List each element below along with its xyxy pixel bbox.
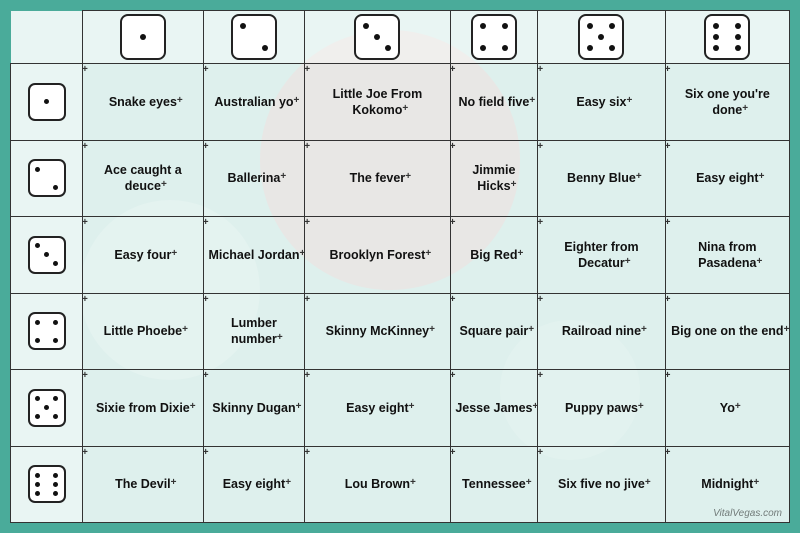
cell-6-4: Tennessee <box>450 446 538 523</box>
cell-2-5: Benny Blue <box>538 140 665 217</box>
cell-3-6: Nina from Pasadena <box>665 217 789 294</box>
die-header-5 <box>578 14 624 60</box>
cell-5-3: Easy eight <box>305 370 450 447</box>
dice-table-container: Snake eyes Australian yo Little Joe From… <box>10 10 790 523</box>
cell-4-2: Lumber number <box>203 293 304 370</box>
watermark: VitalVegas.com <box>713 508 782 519</box>
cell-3-4: Big Red <box>450 217 538 294</box>
col-header-6 <box>665 11 789 64</box>
cell-3-3: Brooklyn Forest <box>305 217 450 294</box>
cell-3-1: Easy four <box>83 217 204 294</box>
cell-4-3: Skinny McKinney <box>305 293 450 370</box>
cell-2-3: The fever <box>305 140 450 217</box>
cell-1-1: Snake eyes <box>83 64 204 141</box>
cell-5-6: Yo <box>665 370 789 447</box>
row-header-1 <box>11 64 83 141</box>
corner-cell <box>11 11 83 64</box>
row-header-6 <box>11 446 83 523</box>
cell-2-2: Ballerina <box>203 140 304 217</box>
cell-4-1: Little Phoebe <box>83 293 204 370</box>
cell-1-6: Six one you're done <box>665 64 789 141</box>
cell-5-1: Sixie from Dixie <box>83 370 204 447</box>
cell-1-3: Little Joe From Kokomo <box>305 64 450 141</box>
cell-1-5: Easy six <box>538 64 665 141</box>
cell-3-2: Michael Jordan <box>203 217 304 294</box>
cell-6-2: Easy eight <box>203 446 304 523</box>
die-row-4 <box>28 312 66 350</box>
cell-6-3: Lou Brown <box>305 446 450 523</box>
col-header-3 <box>305 11 450 64</box>
cell-2-4: Jimmie Hicks <box>450 140 538 217</box>
die-row-2 <box>28 159 66 197</box>
die-row-6 <box>28 465 66 503</box>
cell-2-1: Ace caught a deuce <box>83 140 204 217</box>
cell-4-4: Square pair <box>450 293 538 370</box>
die-header-6 <box>704 14 750 60</box>
die-row-3 <box>28 236 66 274</box>
row-header-3 <box>11 217 83 294</box>
cell-5-4: Jesse James <box>450 370 538 447</box>
cell-6-5: Six five no jive <box>538 446 665 523</box>
die-header-4 <box>471 14 517 60</box>
cell-2-6: Easy eight <box>665 140 789 217</box>
row-header-2 <box>11 140 83 217</box>
col-header-4 <box>450 11 538 64</box>
col-header-2 <box>203 11 304 64</box>
row-header-5 <box>11 370 83 447</box>
col-header-5 <box>538 11 665 64</box>
die-header-2 <box>231 14 277 60</box>
cell-1-4: No field five <box>450 64 538 141</box>
cell-1-2: Australian yo <box>203 64 304 141</box>
die-row-5 <box>28 389 66 427</box>
col-header-1 <box>83 11 204 64</box>
die-header-3 <box>354 14 400 60</box>
cell-5-2: Skinny Dugan <box>203 370 304 447</box>
cell-4-5: Railroad nine <box>538 293 665 370</box>
die-row-1 <box>28 83 66 121</box>
cell-6-1: The Devil <box>83 446 204 523</box>
cell-5-5: Puppy paws <box>538 370 665 447</box>
row-header-4 <box>11 293 83 370</box>
cell-4-6: Big one on the end <box>665 293 789 370</box>
cell-3-5: Eighter from Decatur <box>538 217 665 294</box>
craps-names-table: Snake eyes Australian yo Little Joe From… <box>10 10 790 523</box>
die-header-1 <box>120 14 166 60</box>
